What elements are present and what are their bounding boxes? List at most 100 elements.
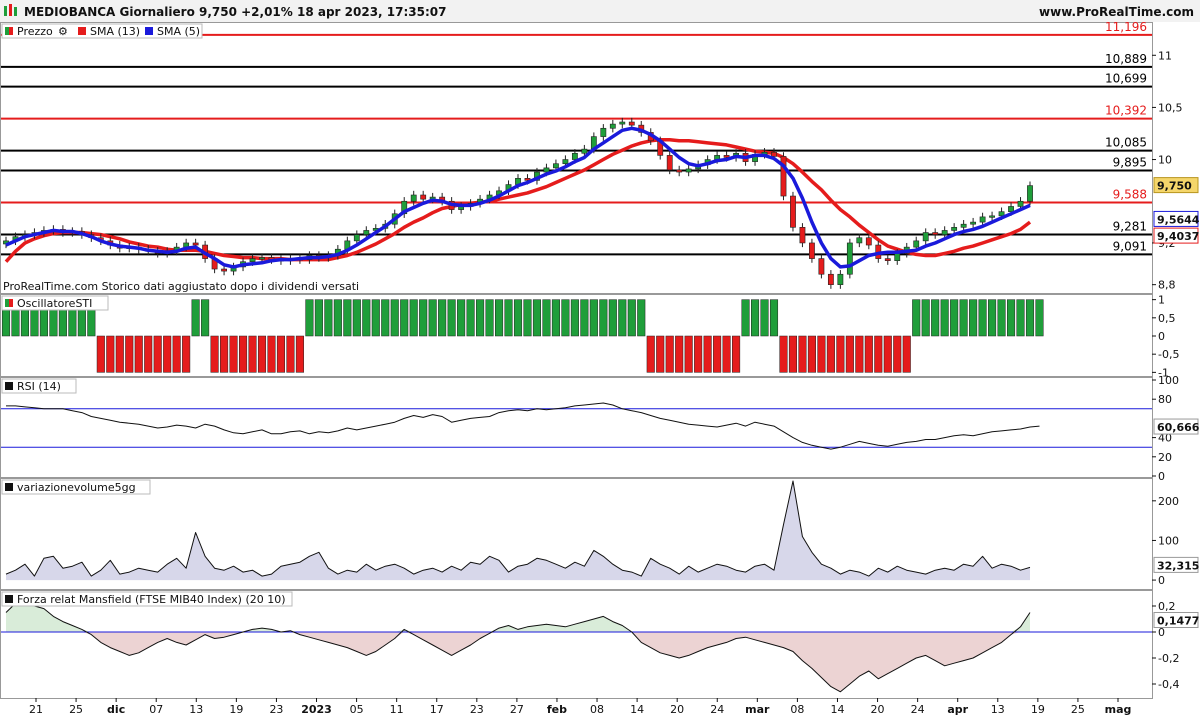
- sti-bar: [950, 299, 959, 337]
- sti-bar: [295, 335, 304, 373]
- y-tick-label: 100: [1158, 534, 1179, 547]
- sti-bar: [883, 335, 892, 373]
- y-tick-label: -0,4: [1158, 678, 1179, 691]
- sma5-badge: 9,5644: [1157, 213, 1200, 226]
- sti-bar: [902, 335, 911, 373]
- sti-bar: [163, 335, 172, 373]
- sti-bar: [267, 335, 276, 373]
- sti-bar: [1016, 299, 1025, 337]
- x-tick-label: 20: [670, 703, 684, 716]
- sti-bar: [599, 299, 608, 337]
- sma13-swatch: [78, 27, 86, 35]
- x-tick-label: mag: [1105, 703, 1132, 716]
- sti-bar: [115, 335, 124, 373]
- sti-bar: [750, 299, 760, 337]
- sti-bar: [96, 335, 105, 373]
- sti-bar: [570, 299, 579, 337]
- y-tick-label: 1: [1158, 294, 1165, 307]
- candle-body: [771, 151, 777, 157]
- y-tick-label: 100: [1158, 374, 1179, 387]
- candle-body: [894, 253, 901, 261]
- mansfield-badge: 0,1477: [1157, 615, 1199, 628]
- candle-body: [809, 242, 815, 259]
- x-tick-label: 24: [710, 703, 724, 716]
- sti-bar: [220, 335, 229, 373]
- sti-bar: [665, 335, 674, 373]
- candle-body: [884, 258, 891, 261]
- sti-bar: [504, 299, 513, 337]
- data-note: ProRealTime.com Storico dati aggiustato …: [3, 280, 359, 293]
- level-label: 11,196: [1105, 20, 1147, 34]
- level-label: 10,699: [1105, 72, 1147, 86]
- y-tick-label: -0,5: [1158, 348, 1179, 361]
- sti-bar: [485, 299, 494, 337]
- chart-title: MEDIOBANCA Giornaliero 9,750 +2,01% 18 a…: [24, 5, 446, 19]
- sti-bar: [513, 299, 523, 337]
- x-tick-label: apr: [947, 703, 968, 716]
- x-tick-label: 25: [69, 703, 83, 716]
- candle-body: [799, 227, 806, 244]
- candle-body: [922, 232, 929, 242]
- site-link[interactable]: www.ProRealTime.com: [1039, 5, 1194, 19]
- sti-bar: [466, 299, 475, 337]
- sti-bar: [627, 299, 636, 337]
- y-tick-label: 10: [1158, 154, 1172, 167]
- y-tick-label: 11: [1158, 49, 1172, 62]
- sti-bar: [172, 335, 181, 373]
- sti-bar: [210, 335, 219, 373]
- sti-bar: [988, 299, 997, 337]
- sti-bars: [1, 299, 1044, 373]
- candle-body: [353, 234, 360, 242]
- price-badge: 9,750: [1157, 180, 1192, 193]
- price-legend: Prezzo ⚙ SMA (13) SMA (5): [1, 23, 203, 39]
- sti-bar: [201, 299, 210, 337]
- y-tick-label: 8,8: [1158, 279, 1176, 292]
- sti-bar: [788, 335, 798, 373]
- x-tick-label: 05: [350, 703, 364, 716]
- sti-bar: [637, 299, 646, 337]
- x-tick-label: 11: [390, 703, 404, 716]
- sti-bar: [845, 335, 854, 373]
- sti-bar: [125, 335, 134, 373]
- candle-body: [581, 148, 588, 154]
- vol-area: [6, 481, 1030, 581]
- candle-body: [941, 230, 948, 235]
- sti-bar: [438, 299, 447, 337]
- sti-bar: [134, 335, 143, 373]
- x-tick-label: mar: [745, 703, 770, 716]
- sti-bar: [618, 299, 627, 337]
- sti-bar: [532, 299, 542, 337]
- x-tick-label: 21: [29, 703, 43, 716]
- candle-body: [837, 273, 844, 285]
- sti-bar: [978, 299, 987, 337]
- sti-bar: [457, 299, 466, 337]
- sti-bar: [959, 299, 968, 337]
- legend-price: Prezzo: [17, 25, 53, 38]
- candle-body: [989, 215, 995, 218]
- sti-bar: [921, 299, 930, 337]
- x-tick-label: 20: [871, 703, 885, 716]
- sti-bar: [580, 299, 589, 337]
- candle-body: [410, 194, 417, 202]
- wrench-icon[interactable]: ⚙: [58, 25, 68, 38]
- sti-bar: [561, 299, 570, 337]
- sti-bar: [551, 299, 560, 337]
- sti-bar: [305, 299, 314, 337]
- sma13-series: [4, 137, 1032, 263]
- x-tick-label: feb: [547, 703, 567, 716]
- sti-bar: [769, 299, 779, 337]
- level-label: 9,895: [1113, 155, 1147, 169]
- y-axis-ticks: 1110,5109,28,810,50-0,5-1100804020020010…: [1152, 49, 1183, 691]
- sti-bar: [874, 335, 883, 373]
- x-tick-label: 07: [149, 703, 163, 716]
- candle-body: [363, 230, 370, 235]
- candle-body: [619, 121, 626, 125]
- x-tick-label: 17: [430, 703, 444, 716]
- sti-bar: [722, 335, 731, 373]
- sti-bar: [182, 335, 191, 373]
- legend-sma5: SMA (5): [157, 25, 200, 38]
- sti-bar: [694, 335, 703, 373]
- sti-bar: [523, 299, 532, 337]
- sma13-line: [4, 137, 1032, 263]
- y-tick-label: 0: [1158, 574, 1165, 587]
